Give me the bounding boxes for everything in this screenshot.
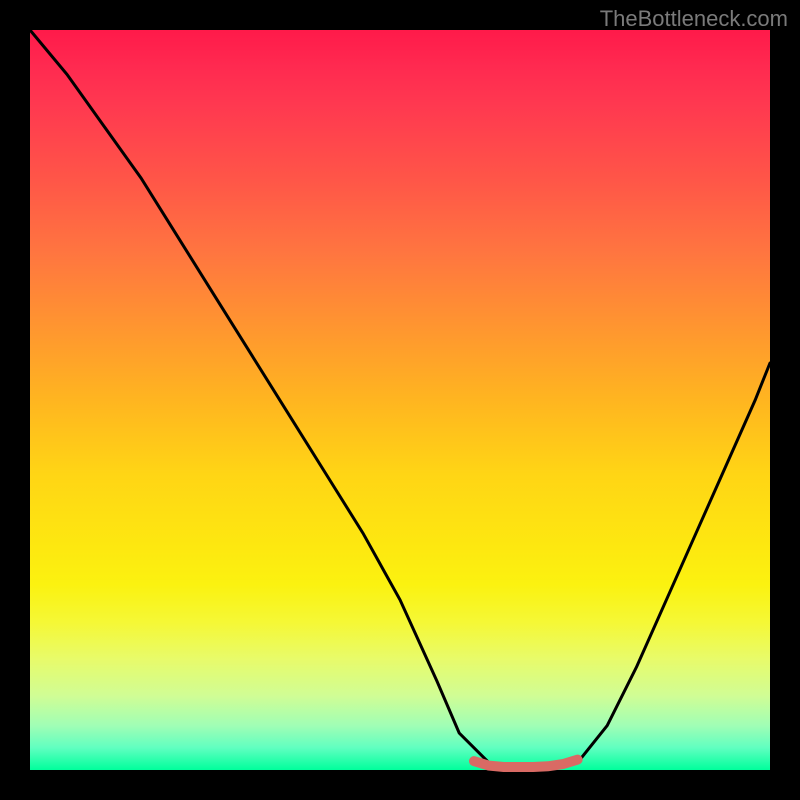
bottleneck-curve bbox=[30, 30, 770, 770]
flat-zone-marker bbox=[474, 760, 578, 767]
chart-svg bbox=[30, 30, 770, 770]
watermark-text: TheBottleneck.com bbox=[600, 6, 788, 32]
